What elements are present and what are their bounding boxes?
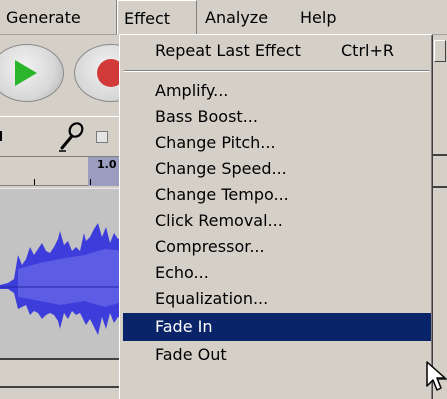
microphone-icon[interactable] xyxy=(56,121,86,153)
play-button[interactable] xyxy=(0,44,64,102)
menu-separator xyxy=(124,70,429,72)
menu-item-compressor[interactable]: Compressor... xyxy=(123,234,431,259)
menu-effect[interactable]: Effect xyxy=(117,0,197,35)
ruler-tick xyxy=(90,179,91,185)
ruler-tick xyxy=(34,179,35,185)
divider xyxy=(433,186,447,188)
menu-generate[interactable]: Generate xyxy=(0,0,116,35)
toolbar-divider xyxy=(0,131,2,141)
menu-item-repeat-last-effect[interactable]: Repeat Last Effect Ctrl+R xyxy=(123,38,431,63)
menu-item-change-speed[interactable]: Change Speed... xyxy=(123,156,431,181)
divider xyxy=(433,154,447,156)
menu-item-bass-boost[interactable]: Bass Boost... xyxy=(123,104,431,129)
close-button[interactable] xyxy=(434,40,446,62)
track-scrollbar[interactable] xyxy=(0,358,125,399)
audio-track[interactable] xyxy=(0,188,125,358)
menu-item-fade-out[interactable]: Fade Out xyxy=(123,342,431,367)
transport-toolbar xyxy=(0,36,148,116)
play-icon xyxy=(15,60,37,86)
menu-item-amplify[interactable]: Amplify... xyxy=(123,78,431,103)
menu-bar: Generate Effect Analyze Help xyxy=(0,0,447,35)
effect-dropdown-menu: Repeat Last Effect Ctrl+R Amplify... Bas… xyxy=(119,34,433,399)
right-panel-edge xyxy=(433,36,447,399)
menu-item-echo[interactable]: Echo... xyxy=(123,260,431,285)
menu-item-fade-in[interactable]: Fade In xyxy=(123,313,431,341)
menu-item-shortcut: Ctrl+R xyxy=(341,41,394,60)
menu-analyze[interactable]: Analyze xyxy=(199,0,289,35)
ruler-label: 1.0 xyxy=(97,158,117,171)
divider xyxy=(0,386,125,388)
mixer-toolbar xyxy=(0,116,125,156)
menu-item-click-removal[interactable]: Click Removal... xyxy=(123,208,431,233)
menu-help[interactable]: Help xyxy=(294,0,354,35)
menu-item-change-tempo[interactable]: Change Tempo... xyxy=(123,182,431,207)
mouse-pointer-icon xyxy=(426,361,446,391)
menu-item-change-pitch[interactable]: Change Pitch... xyxy=(123,130,431,155)
timeline-ruler[interactable]: 1.0 xyxy=(0,156,125,186)
input-volume-slider[interactable] xyxy=(96,131,108,143)
menu-item-label: Repeat Last Effect xyxy=(155,41,301,60)
waveform xyxy=(0,223,125,335)
menu-item-equalization[interactable]: Equalization... xyxy=(123,286,431,311)
